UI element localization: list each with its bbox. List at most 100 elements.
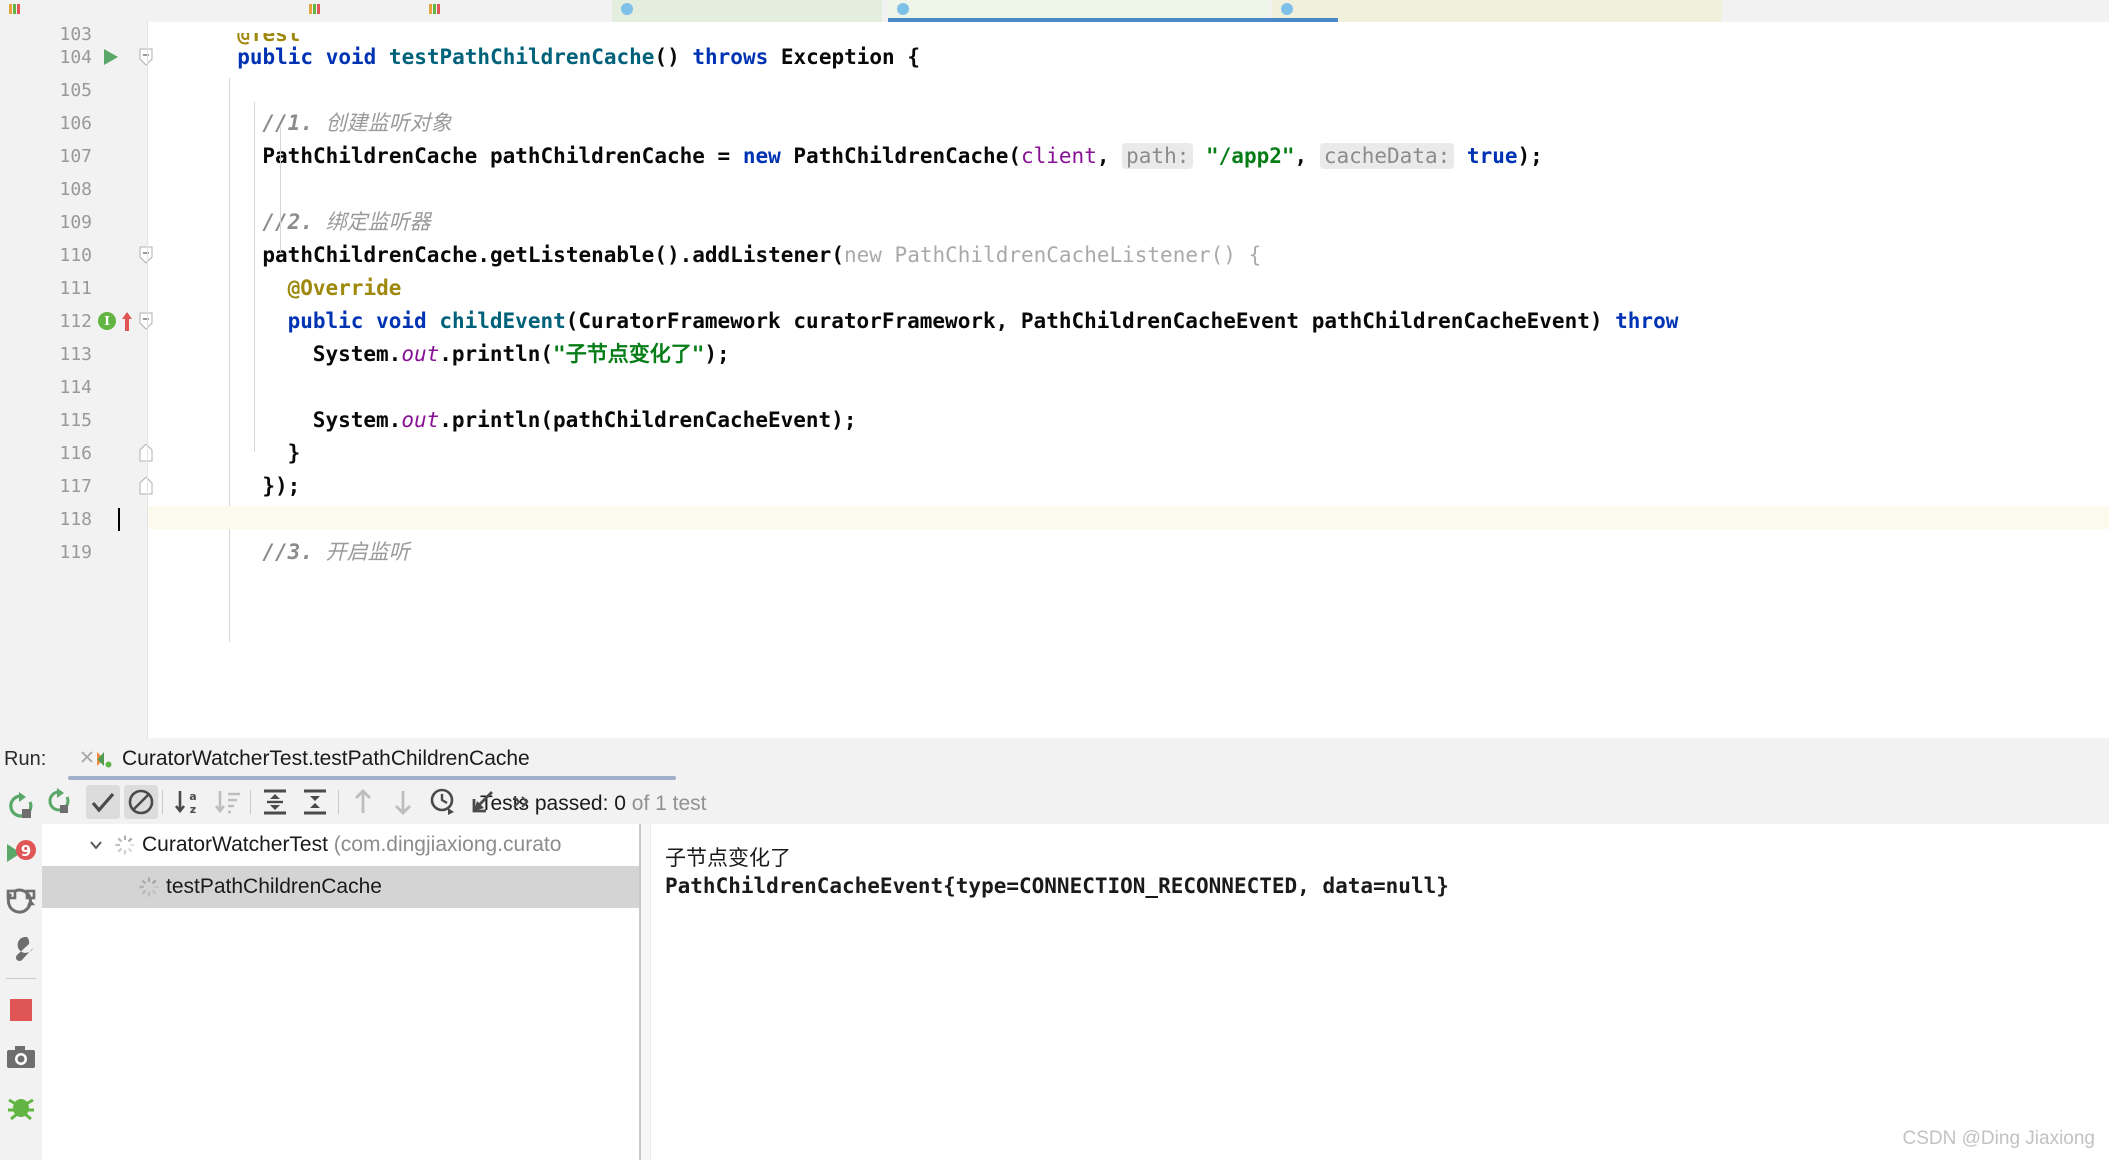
caret-row-highlight [148,506,2109,529]
code-token: out [401,342,440,366]
run-tool-window: Run: CuratorWatcherTest.testPathChildren… [0,738,2109,1160]
run-window-header: Run: CuratorWatcherTest.testPathChildren… [0,738,2109,780]
line-number: 119 [59,542,92,563]
test-runner-toolbar[interactable]: Tests passed: 0 of 1 test az [42,780,2109,824]
code-token: client [1020,144,1097,168]
test-results-tree[interactable]: CuratorWatcherTest (com.dingjiaxiong.cur… [42,824,640,1160]
line-number: 104 [59,47,92,68]
code-token: testPathChildrenCache [388,45,655,69]
editor-tab-2[interactable] [420,0,540,22]
more-options-icon[interactable] [504,785,538,819]
code-token: "/app2" [1206,144,1295,168]
code-token: Exception { [780,45,920,69]
code-line: pathChildrenCache.getListenable().addLis… [262,244,1261,267]
code-line: } [288,442,301,465]
code-line: System.out.println("子节点变化了"); [313,343,730,366]
code-line: public void childEvent(CuratorFramework … [288,310,1679,333]
watermark: CSDN @Ding Jiaxiong [1902,1128,2095,1149]
java-test-icon [896,2,910,16]
code-token: }); [262,474,301,498]
toolbar-divider [162,790,163,814]
line-number: 118 [59,509,92,530]
code-token: System. [312,408,402,432]
code-token: , [1294,144,1320,168]
rerun-failed-icon[interactable] [5,886,37,918]
code-line: //3. 开启监听 [262,541,409,564]
code-token: new PathChildrenCacheListener() { [843,243,1262,267]
java-class-icon [428,2,442,16]
editor-tab-1[interactable] [300,0,420,22]
run-tab-title: CuratorWatcherTest.testPathChildrenCache [122,747,530,770]
editor-tab-strip [0,0,2109,22]
console-line: 子节点变化了 [665,846,791,870]
code-token: ); [1517,144,1543,168]
code-token: //2. [262,210,326,234]
code-token: 开启监听 [325,540,410,564]
tests-passed-count: Tests passed: 0 [480,792,626,815]
code-token: .println( [439,342,554,366]
run-window-sidebar[interactable]: 9 [0,780,42,1160]
code-token: void [376,309,440,333]
expand-all-icon[interactable] [258,785,292,819]
code-line: //2. 绑定监听器 [262,211,430,234]
stop-icon[interactable] [5,994,37,1026]
export-test-results-icon[interactable] [466,785,500,819]
settings-wrench-icon[interactable] [5,934,37,966]
code-token: true [1466,144,1518,168]
next-failed-icon [386,785,420,819]
code-token: childEvent [439,309,566,333]
indent-guide [279,127,281,252]
editor-tab-3[interactable] [612,0,882,22]
code-token: new [742,144,794,168]
test-running-spinner-icon [138,876,160,898]
code-text-area[interactable]: @Test public void testPathChildrenCache()… [148,22,2109,738]
test-history-icon[interactable] [426,785,460,819]
inspection-info-icon[interactable]: I [98,312,116,330]
indent-guide [229,78,231,642]
console-output[interactable]: 子节点变化了 PathChildrenCacheEvent{type=CONNEC… [641,824,2109,1160]
code-token: PathChildrenCache pathChildrenCache = [262,144,743,168]
tree-row-name: CuratorWatcherTest [142,833,328,856]
tree-row-name: testPathChildrenCache [166,875,382,898]
code-editor[interactable]: 103 104 105 106 107 108 109 110 111 112 I 113 114 115… [0,22,2109,738]
chevron-down-icon[interactable] [86,835,106,855]
method-override-up-arrow-icon[interactable] [120,310,134,332]
editor-gutter[interactable]: 103 104 105 106 107 108 109 110 111 112 I 113 114 115… [0,22,153,738]
code-token: "子节点变化了" [553,342,705,366]
debug-9-icon[interactable]: 9 [5,838,37,870]
code-token: @Override [287,276,402,300]
code-line: System.out.println(pathChildrenCacheEven… [313,409,857,432]
line-number: 107 [59,146,92,167]
test-method-row[interactable]: testPathChildrenCache [42,866,640,908]
tree-row-package: (com.dingjiaxiong.curato [327,833,562,856]
run-test-gutter-icon[interactable] [104,49,118,65]
sort-alphabetically-icon[interactable]: az [170,785,204,819]
text-caret [118,508,120,531]
close-icon[interactable] [78,748,96,766]
rerun-tests-icon[interactable] [42,785,76,819]
svg-text:z: z [190,803,196,816]
editor-tab-0[interactable] [0,0,300,22]
code-token: throw [1615,309,1679,333]
show-passed-icon[interactable] [86,785,120,819]
java-class-icon [8,2,22,16]
show-ignored-icon[interactable] [124,785,158,819]
collapse-all-icon[interactable] [298,785,332,819]
line-number: 103 [59,24,92,45]
svg-text:9: 9 [21,842,31,860]
test-running-spinner-icon [114,834,136,856]
test-class-row[interactable]: CuratorWatcherTest (com.dingjiaxiong.cur… [42,824,640,866]
tree-row-label: testPathChildrenCache [166,875,382,899]
profiler-icon[interactable] [5,1090,37,1122]
code-token: () [654,45,693,69]
screenshot-icon[interactable] [5,1042,37,1074]
java-test-icon [1280,2,1294,16]
console-gutter-line [650,824,651,1160]
java-test-icon [620,2,634,16]
editor-tab-5[interactable] [1272,0,1722,22]
code-token: , [1096,144,1123,168]
rerun-icon[interactable] [5,790,37,822]
code-token: path: [1122,143,1194,169]
sort-by-duration-icon [210,785,244,819]
